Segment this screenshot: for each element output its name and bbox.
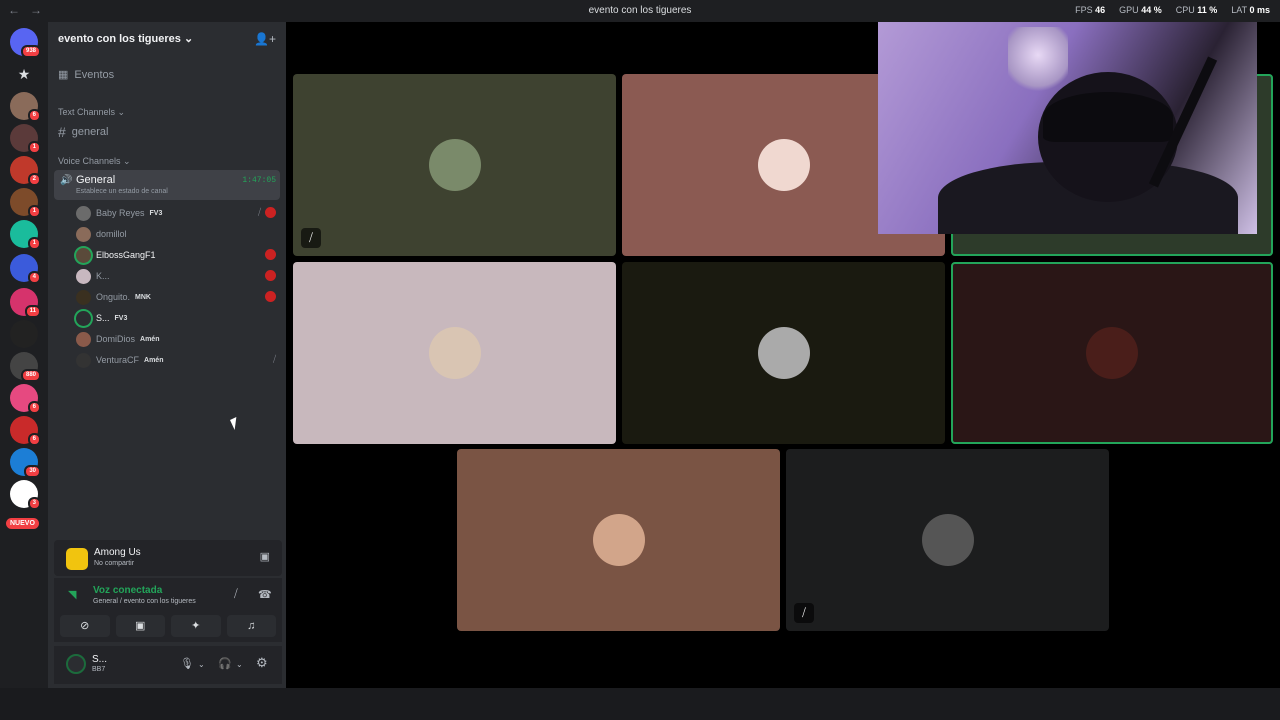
avatar [428, 327, 481, 379]
voice-member[interactable]: S... FV3 [76, 309, 280, 327]
star-icon[interactable]: ★ [10, 60, 38, 88]
muted-icon: ⧸ [794, 603, 814, 623]
server-icon[interactable]: 880 [10, 352, 41, 382]
avatar [1086, 327, 1138, 379]
microphone-icon[interactable]: 🎙 [180, 657, 194, 670]
voice-channel-general[interactable]: 🔊 General Establece un estado de canal 1… [54, 170, 280, 200]
gpu-value: 44 % [1141, 5, 1162, 15]
participant-tile[interactable] [293, 262, 616, 444]
server-icon[interactable]: 11 [10, 288, 41, 318]
member-tag: MNK [135, 293, 151, 301]
server-icon[interactable]: 6 [10, 416, 41, 446]
member-tag: FV3 [114, 314, 128, 322]
activities-button[interactable]: ✦ [171, 615, 221, 637]
participant-tile[interactable] [622, 262, 945, 444]
signal-icon: ◥ [68, 589, 77, 601]
activity-panel: Among Us No compartir ▣ [54, 540, 282, 576]
avatar [76, 247, 91, 263]
avatar [76, 268, 91, 284]
server-icon[interactable]: 1 [10, 220, 41, 250]
calendar-icon: ▦ [58, 69, 69, 81]
soundboard-button[interactable]: ♫ [226, 615, 276, 637]
avatar [592, 514, 645, 566]
avatar [76, 310, 91, 326]
server-icon[interactable]: 3 [10, 480, 41, 510]
speaker-icon: 🔊 [60, 175, 73, 186]
stream-game-button[interactable]: ▣ [260, 550, 270, 563]
guild-name[interactable]: evento con los tigueres ⌄ [58, 32, 193, 45]
server-icon[interactable]: 4 [10, 254, 41, 284]
settings-gear-icon[interactable]: ⚙ [256, 655, 268, 671]
bottom-bar [0, 688, 1280, 720]
title-bar: ← → evento con los tigueres FPS 46 GPU 4… [0, 0, 1280, 22]
participant-tile[interactable] [951, 262, 1273, 444]
avatar [76, 331, 91, 347]
member-tag: Amén [144, 356, 164, 364]
muted-icon: ⧸ [257, 207, 261, 217]
streamer-webcam-overlay [878, 22, 1257, 234]
performance-overlay: FPS 46 GPU 44 % CPU 11 % LAT 0 ms [1075, 5, 1270, 15]
muted-icon: ⧸ [272, 354, 276, 364]
channel-status[interactable]: Establece un estado de canal [76, 188, 168, 195]
server-icon[interactable]: 6 [10, 92, 41, 122]
chevron-down-icon[interactable]: ⌄ [236, 660, 243, 669]
new-badge[interactable]: NUEVO [6, 518, 39, 529]
text-category[interactable]: Text Channels ⌄ [58, 107, 125, 118]
avatar [921, 514, 974, 566]
muted-icon: ⧸ [301, 228, 321, 248]
events-item[interactable]: ▦ Eventos [58, 68, 114, 82]
voice-member[interactable]: VenturaCF Amén ⧸ [76, 351, 280, 369]
voice-member[interactable]: K... [76, 267, 280, 285]
avatar [76, 289, 91, 305]
voice-member[interactable]: Baby Reyes FV3 ⧸ [76, 204, 280, 222]
hash-icon: # [58, 124, 66, 140]
activity-icon [265, 291, 276, 302]
among-us-icon [66, 548, 88, 570]
voice-category[interactable]: Voice Channels ⌄ [58, 156, 131, 167]
server-icon[interactable]: 30 [10, 448, 41, 478]
voice-member[interactable]: Onguito. MNK [76, 288, 280, 306]
headphones-icon[interactable]: 🎧 [218, 657, 232, 670]
voice-member[interactable]: DomiDios Amén [76, 330, 280, 348]
server-icon[interactable]: 2 [10, 156, 41, 186]
call-timer: 1:47:05 [242, 176, 276, 185]
screen-share-button[interactable]: ▣ [115, 615, 165, 637]
participant-tile[interactable]: ⧸ [786, 449, 1109, 631]
voice-member[interactable]: ElbossGangF1 [76, 246, 280, 264]
activity-icon [265, 249, 276, 260]
invite-icon[interactable]: 👤+ [254, 32, 276, 46]
user-panel: S... BB7 🎙 ⌄ 🎧 ⌄ ⚙ [54, 646, 282, 684]
voice-member[interactable]: domillol [76, 225, 280, 243]
disconnect-icon[interactable]: ☎ [258, 588, 272, 601]
chevron-down-icon: ⌄ [183, 33, 194, 45]
channel-general-text[interactable]: # general [58, 124, 109, 140]
cpu-value: 11 % [1197, 5, 1218, 15]
server-icon[interactable] [10, 320, 38, 348]
avatar [76, 226, 91, 242]
avatar[interactable] [66, 654, 86, 674]
noise-suppression-icon[interactable]: ⧸ [234, 588, 238, 601]
activity-icon [265, 270, 276, 281]
direct-messages-button[interactable]: 938 [10, 28, 41, 58]
member-tag: FV3 [149, 209, 163, 217]
member-tag: Amén [140, 335, 160, 343]
lat-value: 0 ms [1249, 5, 1270, 15]
avatar [428, 139, 481, 191]
chevron-down-icon[interactable]: ⌄ [198, 660, 205, 669]
avatar [757, 327, 810, 379]
camera-off-button[interactable]: ⊘ [60, 615, 110, 637]
participant-tile[interactable]: ⧸ [293, 74, 616, 256]
server-icon[interactable]: 1 [10, 188, 41, 218]
avatar [76, 205, 91, 221]
avatar [76, 352, 91, 368]
server-icon[interactable]: 1 [10, 124, 41, 154]
server-icon[interactable]: 6 [10, 384, 41, 414]
voice-connection-panel: ◥ Voz conectada General / evento con los… [54, 578, 282, 642]
server-list: 938 ★ 6 1 2 1 1 4 11 880 6 6 30 3 NUEVO [0, 22, 48, 688]
fps-value: 46 [1095, 5, 1106, 15]
activity-icon [265, 207, 276, 218]
participant-tile[interactable] [457, 449, 780, 631]
avatar [757, 139, 810, 191]
